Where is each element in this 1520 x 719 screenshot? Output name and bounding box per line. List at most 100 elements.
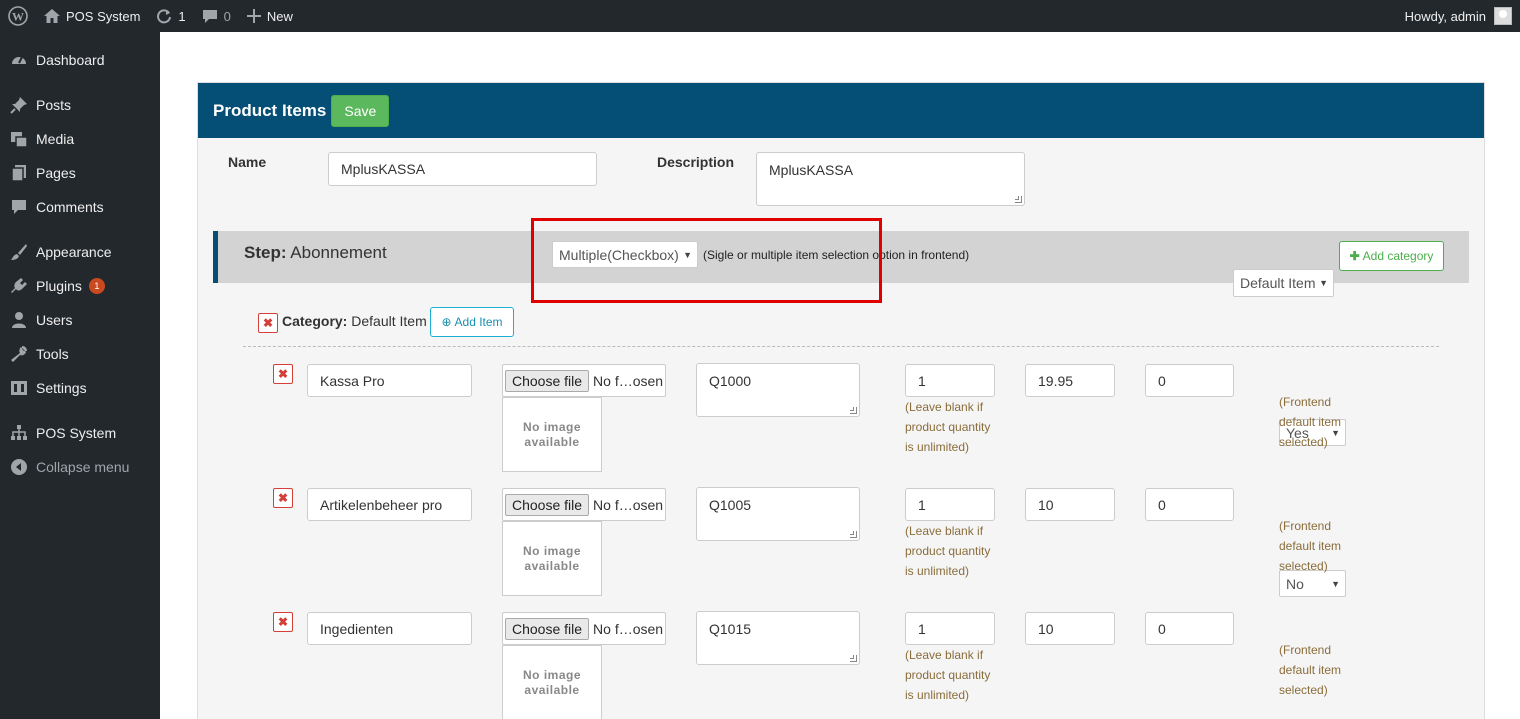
new-label: New: [266, 8, 293, 24]
delete-item-button[interactable]: ✖: [273, 612, 293, 632]
menu-pos-system[interactable]: POS System: [0, 416, 160, 450]
sitemap-icon: [9, 424, 29, 442]
comment-icon: [9, 198, 29, 216]
quantity-input[interactable]: 1: [905, 612, 995, 645]
image-placeholder: No image available: [502, 521, 602, 596]
resize-handle[interactable]: [1015, 196, 1022, 203]
plus-icon: ✚: [1349, 249, 1360, 263]
hint-line: default item: [1279, 663, 1342, 677]
plugins-update-badge: 1: [88, 278, 105, 294]
description-textarea[interactable]: MplusKASSA: [756, 152, 1025, 206]
menu-dashboard[interactable]: Dashboard: [0, 43, 160, 77]
price-input[interactable]: 10: [1025, 612, 1115, 645]
settings-icon: [9, 379, 29, 397]
updates-count: 1: [178, 8, 186, 24]
delete-category-button[interactable]: ✖: [258, 313, 278, 333]
choose-file-button[interactable]: Choose file: [505, 493, 590, 516]
menu-pages[interactable]: Pages: [0, 156, 160, 190]
menu-settings[interactable]: Settings: [0, 371, 160, 405]
price-input[interactable]: 10: [1025, 488, 1115, 521]
hint-line: is unlimited): [905, 564, 970, 578]
item-name-input[interactable]: Kassa Pro: [307, 364, 472, 397]
site-name: POS System: [66, 8, 141, 24]
extra-input[interactable]: 0: [1145, 612, 1234, 645]
item-name-input[interactable]: Artikelenbeheer pro: [307, 488, 472, 521]
new-content-link[interactable]: New: [239, 0, 301, 32]
default-item-hint: (Frontend default item selected): [1279, 392, 1389, 452]
image-file-input[interactable]: Choose file No f…osen: [502, 364, 666, 397]
step-prefix: Step:: [244, 243, 287, 262]
plugin-icon: [9, 277, 29, 295]
menu-users[interactable]: Users: [0, 303, 160, 337]
add-category-button[interactable]: ✚ Add category: [1339, 241, 1444, 271]
image-placeholder: No image available: [502, 397, 602, 472]
quantity-input[interactable]: 1: [905, 364, 995, 397]
image-file-input[interactable]: Choose file No f…osen: [502, 612, 666, 645]
hint-line: is unlimited): [905, 688, 970, 702]
menu-tools[interactable]: Tools: [0, 337, 160, 371]
wrench-icon: [9, 345, 29, 363]
panel-title: Product Items: [213, 100, 327, 120]
category-name: Default Item: [351, 313, 427, 329]
my-account[interactable]: Howdy, admin: [1405, 7, 1520, 25]
comment-bubble-icon: [202, 9, 218, 24]
description-value: MplusKASSA: [769, 162, 854, 178]
default-item-hint: (Frontend default item selected): [1279, 640, 1389, 700]
resize-handle[interactable]: [850, 407, 857, 414]
delete-item-button[interactable]: ✖: [273, 488, 293, 508]
choose-file-button[interactable]: Choose file: [505, 369, 590, 392]
no-image-line: available: [524, 434, 580, 449]
item-code-textarea[interactable]: Q1015: [696, 611, 860, 665]
chevron-down-icon: ▼: [1331, 578, 1340, 589]
hint-line: default item: [1279, 539, 1342, 553]
no-image-line: available: [524, 558, 580, 573]
menu-posts[interactable]: Posts: [0, 88, 160, 122]
menu-appearance[interactable]: Appearance: [0, 235, 160, 269]
item-code-value: Q1000: [709, 373, 752, 389]
wordpress-icon: W: [8, 6, 28, 26]
pin-icon: [9, 96, 29, 114]
admin-bar: W POS System 1 0 New Howdy, admin: [0, 0, 1520, 32]
item-name-input[interactable]: Ingedienten: [307, 612, 472, 645]
quantity-input[interactable]: 1: [905, 488, 995, 521]
image-placeholder: No image available: [502, 645, 602, 719]
item-code-textarea[interactable]: Q1005: [696, 487, 860, 541]
collapse-menu[interactable]: Collapse menu: [0, 450, 160, 484]
site-name-link[interactable]: POS System: [36, 0, 148, 32]
image-file-input[interactable]: Choose file No f…osen: [502, 488, 666, 521]
extra-input[interactable]: 0: [1145, 364, 1234, 397]
pages-icon: [9, 164, 29, 182]
panel-header: Product Items Save: [198, 83, 1484, 138]
description-label: Description: [657, 154, 735, 170]
add-item-button[interactable]: ⊕ Add Item: [430, 307, 514, 337]
no-image-line: No image: [522, 543, 581, 558]
extra-input[interactable]: 0: [1145, 488, 1234, 521]
delete-item-button[interactable]: ✖: [273, 364, 293, 384]
save-button[interactable]: Save: [331, 94, 390, 127]
hint-line: selected): [1279, 683, 1328, 697]
hint-line: (Frontend: [1279, 395, 1332, 409]
hint-line: is unlimited): [905, 440, 970, 454]
hint-line: selected): [1279, 559, 1328, 573]
file-status: No f…osen: [593, 620, 664, 637]
wordpress-logo[interactable]: W: [0, 0, 36, 32]
hint-line: (Leave blank if: [905, 524, 984, 538]
menu-media[interactable]: Media: [0, 122, 160, 156]
name-input[interactable]: MplusKASSA: [328, 152, 597, 186]
hint-line: (Leave blank if: [905, 648, 984, 662]
resize-handle[interactable]: [850, 655, 857, 662]
choose-file-button[interactable]: Choose file: [505, 617, 590, 640]
updates-link[interactable]: 1: [148, 0, 193, 32]
item-code-textarea[interactable]: Q1000: [696, 363, 860, 417]
item-code-value: Q1005: [709, 497, 752, 513]
quantity-hint: (Leave blank if product quantity is unli…: [905, 645, 1015, 705]
price-input[interactable]: 19.95: [1025, 364, 1115, 397]
menu-plugins[interactable]: Plugins 1: [0, 269, 160, 303]
comments-link[interactable]: 0: [194, 0, 239, 32]
file-status: No f…osen: [593, 496, 664, 513]
menu-comments[interactable]: Comments: [0, 190, 160, 224]
resize-handle[interactable]: [850, 531, 857, 538]
category-select[interactable]: Default Item ▼: [1233, 269, 1334, 297]
hint-line: product quantity: [905, 668, 991, 682]
dashboard-icon: [9, 51, 29, 69]
